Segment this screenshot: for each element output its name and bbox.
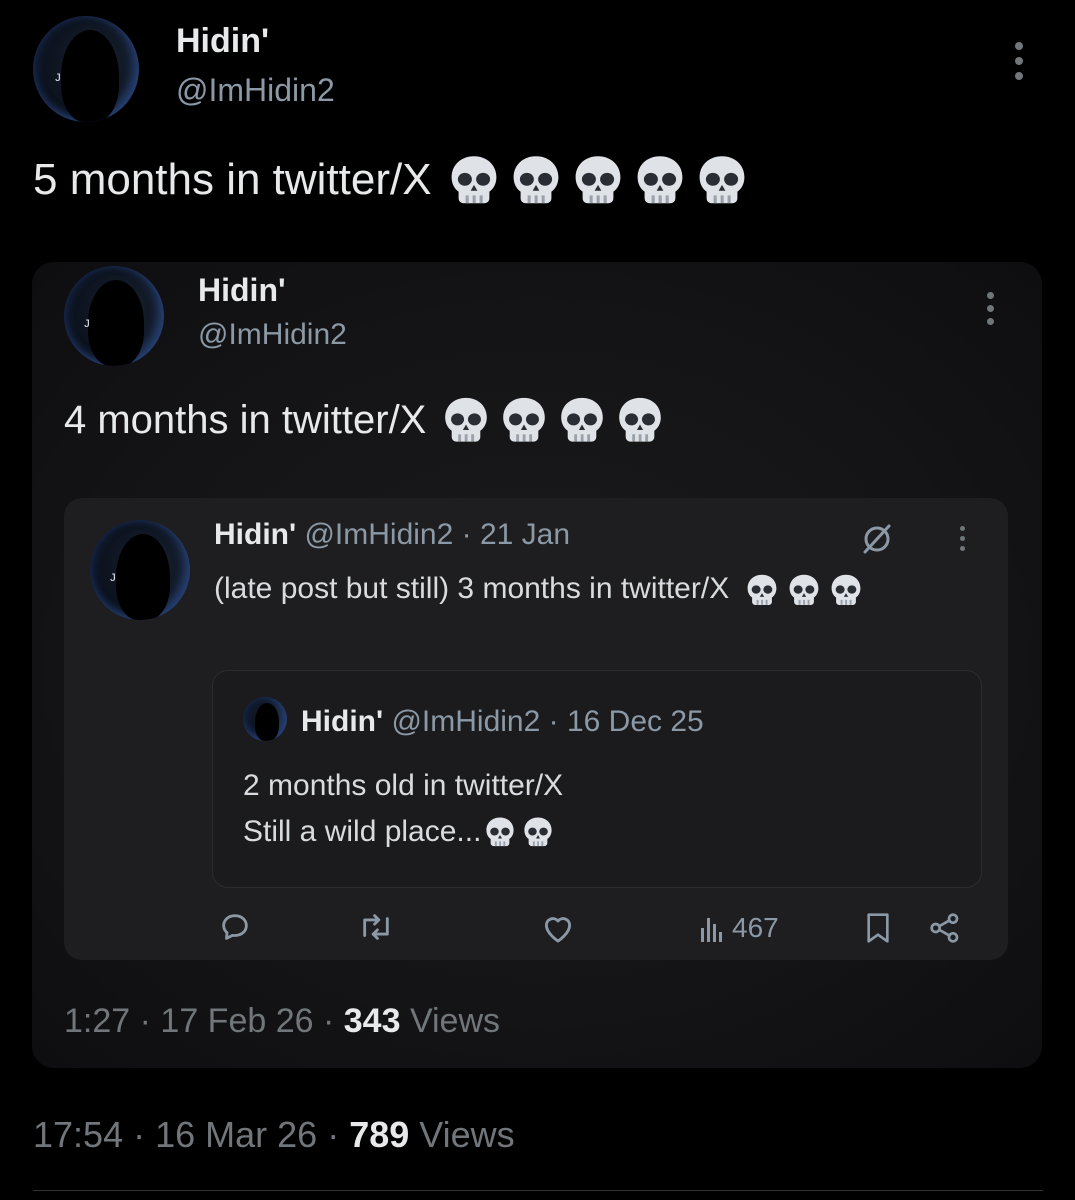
avatar[interactable]: ᴊ (90, 520, 190, 620)
views-label: Views (419, 1114, 515, 1155)
reply-icon[interactable] (218, 910, 252, 944)
skull-emoji-group (483, 815, 555, 849)
avatar[interactable] (243, 697, 287, 741)
views-icon (700, 914, 726, 942)
inner-quoted-tweet[interactable]: Hidin' @ImHidin2 · 16 Dec 25 2 months ol… (212, 670, 982, 888)
tweet-date[interactable]: 16 Dec 25 (567, 705, 704, 738)
author-handle[interactable]: @ImHidin2 (304, 518, 453, 551)
skull-emoji-group (738, 572, 864, 608)
tweet-text-content: 4 months in twitter/X (64, 397, 427, 442)
tweet-text: 5 months in twitter/X (33, 152, 750, 208)
views-count: 343 (343, 1002, 401, 1040)
tweet-meta: 1:27 · 17 Feb 26 · 343 Views (64, 1002, 501, 1040)
skull-icon (570, 152, 626, 208)
skull-icon (694, 152, 750, 208)
tweet-text-content: 5 months in twitter/X (33, 155, 432, 204)
tweet-text-line-2: Still a wild place... (243, 815, 482, 848)
repost-icon[interactable] (356, 910, 396, 944)
more-icon[interactable] (960, 526, 965, 551)
avatar[interactable]: ᴊ (64, 266, 164, 366)
author-name[interactable]: Hidin' (214, 518, 296, 551)
skull-icon (440, 394, 492, 446)
tweet-text-content: (late post but still) 3 months in twitte… (214, 572, 730, 605)
skull-icon (498, 394, 550, 446)
tweet-time[interactable]: 1:27 (64, 1002, 130, 1040)
views-count: 789 (349, 1114, 410, 1155)
skull-icon (483, 815, 517, 849)
tweet-date[interactable]: 21 Jan (480, 518, 570, 551)
like-icon[interactable] (540, 912, 576, 944)
author-handle[interactable]: @ImHidin2 (391, 705, 540, 738)
tweet-header: Hidin' @ImHidin2 · 16 Dec 25 (301, 705, 704, 738)
author-handle[interactable]: @ImHidin2 (176, 72, 335, 109)
tweet-text-line-1: 2 months old in twitter/X (243, 769, 564, 802)
skull-emoji-group (446, 152, 750, 208)
skull-icon (744, 572, 780, 608)
grok-icon[interactable] (860, 522, 894, 556)
skull-icon (828, 572, 864, 608)
tweet-text: 4 months in twitter/X (64, 394, 666, 446)
share-icon[interactable] (928, 912, 962, 944)
author-name[interactable]: Hidin' (176, 22, 269, 61)
skull-icon (446, 152, 502, 208)
more-icon[interactable] (1015, 42, 1023, 80)
avatar[interactable]: ᴊ (33, 16, 139, 122)
divider (33, 1190, 1043, 1191)
bookmark-icon[interactable] (864, 912, 892, 944)
tweet-meta: 17:54 · 16 Mar 26 · 789 Views (33, 1114, 515, 1155)
skull-icon (521, 815, 555, 849)
tweet-text: Still a wild place... (243, 815, 555, 849)
author-name[interactable]: Hidin' (198, 272, 286, 309)
skull-emoji-group (440, 394, 666, 446)
tweet-date[interactable]: 17 Feb 26 (160, 1002, 313, 1040)
skull-icon (508, 152, 564, 208)
tweet-time[interactable]: 17:54 (33, 1114, 123, 1155)
skull-icon (556, 394, 608, 446)
skull-icon (786, 572, 822, 608)
skull-icon (614, 394, 666, 446)
tweet-header: Hidin' @ImHidin2 · 21 Jan (214, 518, 571, 551)
tweet-text: (late post but still) 3 months in twitte… (214, 564, 974, 614)
more-icon[interactable] (987, 292, 994, 325)
views-label: Views (409, 1002, 501, 1040)
views-stat[interactable]: 467 (700, 912, 779, 944)
skull-icon (632, 152, 688, 208)
views-count: 467 (732, 912, 779, 943)
tweet-date[interactable]: 16 Mar 26 (155, 1114, 317, 1155)
author-name[interactable]: Hidin' (301, 705, 383, 738)
author-handle[interactable]: @ImHidin2 (198, 318, 347, 352)
